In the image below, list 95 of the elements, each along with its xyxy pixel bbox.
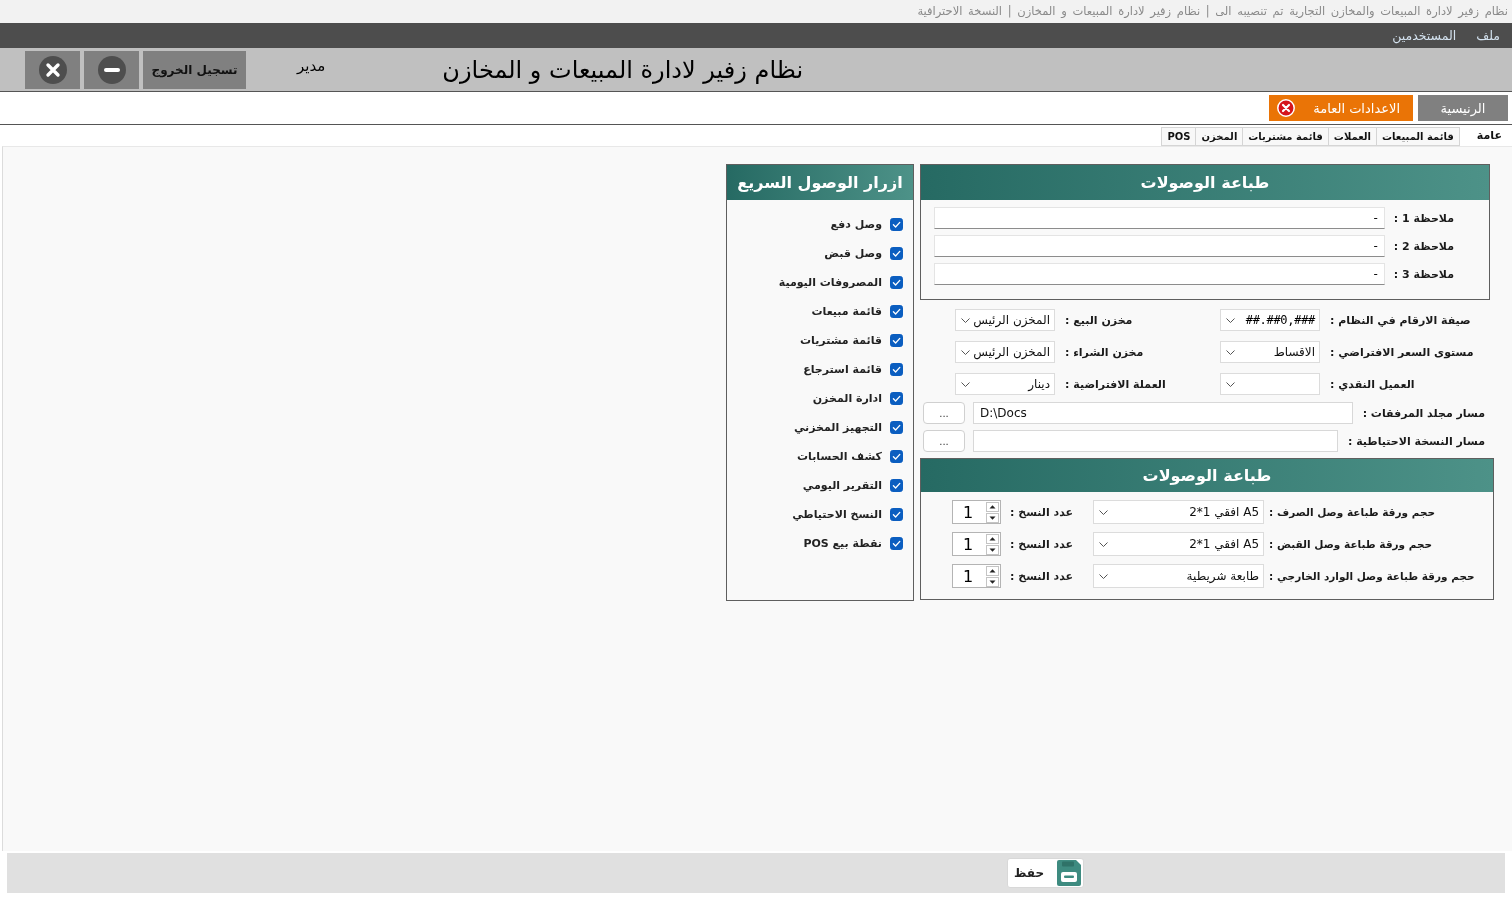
tab[interactable]: المخزن (1195, 127, 1244, 146)
checkbox-label[interactable]: قائمة مبيعات (811, 305, 882, 318)
field-label: ملاحظة 2 : (1393, 239, 1455, 253)
path-field[interactable]: D:\Docs (973, 402, 1353, 424)
text-field[interactable]: - (934, 235, 1385, 257)
field-label: عدد النسخ : (1010, 569, 1074, 583)
field-label: مخزن البيع : (1065, 313, 1133, 327)
field-label: مسار مجلد المرفقات : (1362, 406, 1485, 420)
field-label: مسار النسخة الاحتياطية : (1347, 434, 1485, 448)
field-label: صيفة الارقام في النظام : (1330, 313, 1471, 327)
checkbox-label[interactable]: التجهيز المخزني (793, 421, 882, 434)
field-label: حجم ورقة طباعة وصل الوارد الخارجي : (1269, 570, 1475, 582)
caret-down-icon[interactable] (986, 544, 999, 555)
checkbox[interactable] (890, 421, 903, 434)
field-label: حجم ورقة طباعة وصل القبض : (1269, 538, 1433, 550)
caret-down-icon[interactable] (986, 576, 999, 587)
caret-up-icon[interactable] (986, 533, 999, 544)
checkbox[interactable] (890, 276, 903, 289)
path-field[interactable] (973, 430, 1338, 452)
field-label: العملة الافتراضية : (1065, 377, 1166, 391)
dropdown[interactable]: الاقساط (1220, 341, 1320, 363)
logout-button[interactable]: تسجيل الخروج (143, 50, 246, 89)
number-spinner[interactable]: 1 (952, 500, 1001, 524)
dropdown[interactable]: ##.##0,### (1220, 309, 1320, 331)
checkbox-label[interactable]: قائمة استرجاع (803, 363, 882, 376)
field-label: مخزن الشراء : (1065, 345, 1144, 359)
checkbox-label[interactable]: ادارة المخزن (812, 392, 882, 405)
window-title: نظام زفير لادارة المبيعات والمخازن التجارية تم تنصيبه الى | نظام زفير لادارة المبيعات و المخازن | النسخة الاحترافية (917, 3, 1508, 20)
dropdown[interactable]: المخزن الرئيس (955, 341, 1055, 363)
dropdown[interactable]: A5 افقي 1*2 (1093, 532, 1265, 556)
text-field[interactable]: - (934, 207, 1385, 229)
checkbox-label[interactable]: النسخ الاحتياطي (792, 508, 882, 521)
chevron-down-icon (1226, 317, 1235, 323)
number-spinner[interactable]: 1 (952, 532, 1001, 556)
chevron-down-icon (1226, 349, 1235, 355)
dropdown[interactable]: طابعة شريطية (1093, 564, 1265, 588)
minimize-icon (97, 55, 126, 84)
app-title: نظام زفير لادارة المبيعات و المخازن (442, 55, 804, 84)
browse-button[interactable]: ... (923, 402, 965, 424)
checkbox-label[interactable]: قائمة مشتريات (800, 334, 882, 347)
number-spinner[interactable]: 1 (952, 564, 1001, 588)
panel-header: طباعة الوصولات (921, 459, 1493, 492)
tab[interactable]: الرنيسية (1418, 95, 1508, 121)
dropdown[interactable]: المخزن الرئيس (955, 309, 1055, 331)
checkbox[interactable] (890, 392, 903, 405)
dropdown[interactable]: A5 افقي 1*2 (1093, 500, 1265, 524)
chevron-down-icon (1226, 381, 1235, 387)
menu-item[interactable]: المستخدمين (1392, 28, 1457, 43)
checkbox[interactable] (890, 247, 903, 260)
field-label: عدد النسخ : (1010, 505, 1074, 519)
caret-up-icon[interactable] (986, 565, 999, 576)
checkbox[interactable] (890, 450, 903, 463)
chevron-down-icon (1099, 573, 1109, 579)
checkbox-label[interactable]: التقرير اليومي (802, 479, 882, 492)
close-icon (38, 55, 67, 84)
checkbox[interactable] (890, 479, 903, 492)
close-icon[interactable] (1277, 99, 1295, 117)
checkbox[interactable] (890, 218, 903, 231)
checkbox[interactable] (890, 508, 903, 521)
text-field[interactable]: - (934, 263, 1385, 285)
caret-down-icon[interactable] (986, 512, 999, 523)
field-label: حجم ورقة طباعة وصل الصرف : (1269, 506, 1436, 518)
menu-item[interactable]: ملف (1476, 28, 1500, 43)
save-button[interactable]: حفظ (1007, 858, 1084, 888)
checkbox[interactable] (890, 537, 903, 550)
field-label: عدد النسخ : (1010, 537, 1074, 551)
field-label: العميل النقدي : (1330, 377, 1415, 391)
tab[interactable]: العملات (1327, 127, 1378, 146)
checkbox[interactable] (890, 334, 903, 347)
chevron-down-icon (961, 317, 970, 323)
field-label: مستوى السعر الافتراضي : (1330, 345, 1474, 359)
user-role: مدير (297, 56, 326, 75)
caret-up-icon[interactable] (986, 501, 999, 512)
panel-header: طباعة الوصولات (921, 165, 1489, 200)
checkbox-label[interactable]: وصل قبض (824, 247, 882, 260)
panel-header: ازرار الوصول السريع (727, 165, 913, 200)
tab[interactable]: POS (1161, 127, 1197, 146)
chevron-down-icon (1099, 541, 1109, 547)
dropdown[interactable]: دينار (955, 373, 1055, 395)
chevron-down-icon (961, 381, 970, 387)
checkbox-label[interactable]: كشف الحسابات (797, 450, 882, 463)
tab[interactable]: قائمة المبيعات (1376, 127, 1460, 146)
checkbox-label[interactable]: وصل دفع (830, 218, 882, 231)
checkbox-label[interactable]: المصروفات اليومية (778, 276, 882, 289)
chevron-down-icon (1099, 509, 1109, 515)
chevron-down-icon (961, 349, 970, 355)
minimize-button[interactable] (84, 50, 139, 89)
checkbox-label[interactable]: نقطة بيع POS (803, 537, 882, 550)
checkbox[interactable] (890, 363, 903, 376)
checkbox[interactable] (890, 305, 903, 318)
tab[interactable]: قائمة مشتريات (1242, 127, 1329, 146)
field-label: ملاحظة 3 : (1393, 267, 1455, 281)
field-label: ملاحظة 1 : (1393, 211, 1455, 225)
browse-button[interactable]: ... (923, 430, 965, 452)
close-button[interactable] (25, 50, 80, 89)
